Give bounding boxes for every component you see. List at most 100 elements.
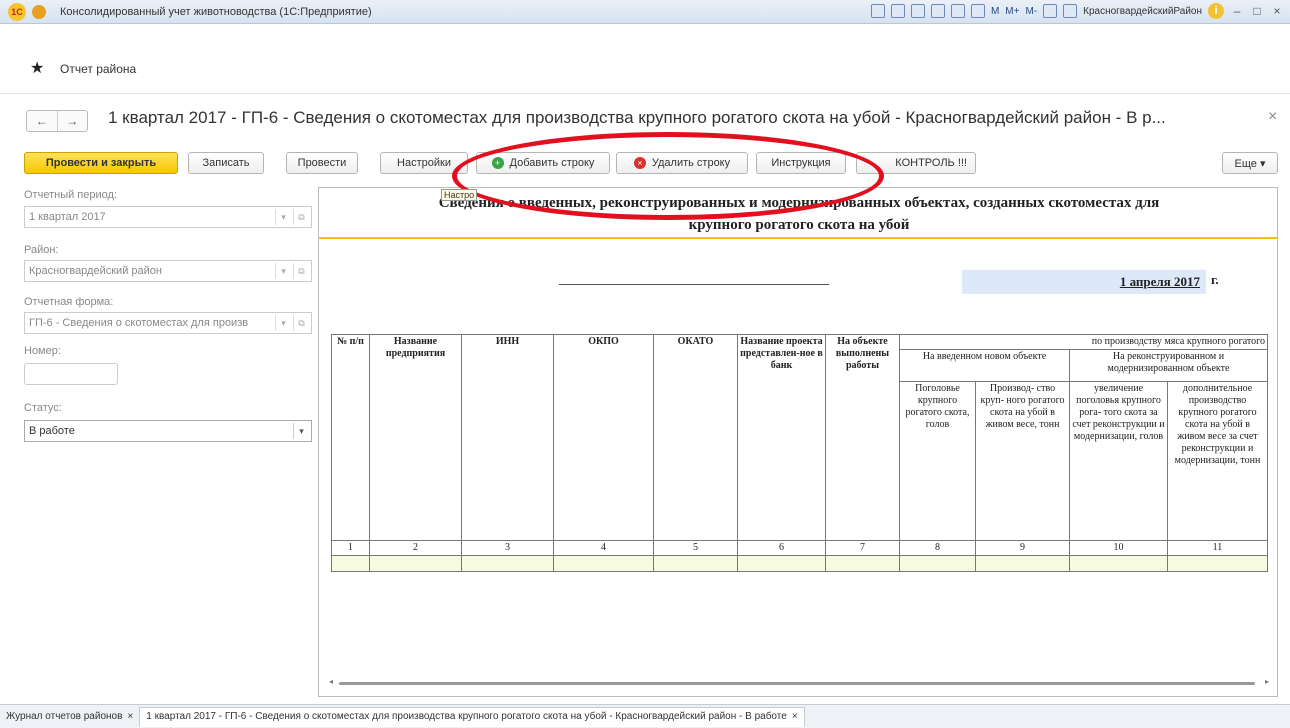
report-date-cell[interactable]: 1 апреля 2017 (962, 270, 1206, 294)
status-value: В работе (29, 425, 75, 437)
dropdown-icon[interactable]: ▾ (275, 315, 291, 331)
preview-icon[interactable] (910, 4, 925, 18)
dropdown-icon[interactable]: ▾ (293, 423, 309, 439)
favorite-star-icon[interactable]: ★ (30, 58, 44, 78)
status-select[interactable]: В работе ▾ (24, 420, 312, 442)
header-cell: Производ- ство круп- ного рогатого скота… (975, 381, 1070, 541)
header-cell: ИНН (461, 334, 554, 541)
scroll-left-icon[interactable]: ◂ (329, 677, 333, 686)
input-cell[interactable] (737, 555, 826, 572)
save-icon[interactable] (870, 4, 885, 18)
header-cell: ОКПО (553, 334, 654, 541)
input-cell[interactable] (975, 555, 1070, 572)
header-cell: дополнительное производство крупного рог… (1167, 381, 1268, 541)
add-row-button[interactable]: + Добавить строку (476, 152, 610, 174)
tab-label: Журнал отчетов районов (6, 710, 123, 722)
column-number-cell: 3 (461, 540, 554, 556)
column-number-cell: 10 (1069, 540, 1168, 556)
column-number-cell: 6 (737, 540, 826, 556)
input-cell[interactable] (1167, 555, 1268, 572)
header-rule (319, 237, 1277, 239)
open-icon[interactable]: ⧉ (293, 263, 309, 279)
restore-button[interactable]: □ (1250, 4, 1264, 18)
tooltip: Настро (441, 189, 478, 201)
sheet-title-line2: крупного рогатого скота на убой (688, 217, 910, 233)
open-icon[interactable]: ⧉ (293, 315, 309, 331)
zoom-icon[interactable] (1043, 4, 1058, 18)
history-nav: ← → (26, 110, 88, 132)
save-button[interactable]: Записать (188, 152, 264, 174)
report-table: № п/п Название предприятия ИНН ОКПО ОКАТ… (331, 334, 1268, 572)
panel-icon[interactable] (1063, 4, 1078, 18)
report-form-field[interactable]: ГП-6 - Сведения о скотоместах для произв… (24, 312, 312, 334)
column-number-cell: 5 (653, 540, 738, 556)
input-cell[interactable] (825, 555, 900, 572)
print-icon[interactable] (890, 4, 905, 18)
input-cell[interactable] (461, 555, 554, 572)
delete-row-button[interactable]: × Удалить строку (616, 152, 748, 174)
current-user[interactable]: КрасногвардейскийРайон (1083, 6, 1202, 17)
instruction-button[interactable]: Инструкция (756, 152, 846, 174)
back-button[interactable]: ← (27, 111, 58, 131)
breadcrumb[interactable]: Отчет района (60, 62, 136, 76)
minimize-button[interactable]: – (1230, 4, 1244, 18)
column-number-cell: 1 (331, 540, 370, 556)
report-spreadsheet[interactable]: Сведения о введенных, реконструированных… (318, 187, 1278, 697)
post-and-close-button[interactable]: Провести и закрыть (24, 152, 178, 174)
header-cell: № п/п (331, 334, 370, 541)
input-cell[interactable] (899, 555, 976, 572)
close-tab-icon[interactable]: × (792, 707, 798, 727)
close-document-button[interactable]: × (1268, 108, 1277, 126)
column-number-cell: 2 (369, 540, 462, 556)
forward-button[interactable]: → (58, 111, 88, 131)
calendar-icon[interactable] (950, 4, 965, 18)
input-cell[interactable] (331, 555, 370, 572)
column-number-cell: 4 (553, 540, 654, 556)
close-window-button[interactable]: × (1270, 4, 1284, 18)
dropdown-icon[interactable]: ▾ (275, 209, 291, 225)
favorites-bar: ★ Отчет района (0, 24, 1290, 94)
app-logo-icon[interactable]: 1C (8, 2, 26, 21)
link-icon[interactable] (930, 4, 945, 18)
input-cell[interactable] (1069, 555, 1168, 572)
input-cell[interactable] (369, 555, 462, 572)
group-header-cell: по производству мяса крупного рогатого (899, 334, 1268, 350)
district-label: Район: (24, 244, 59, 256)
memory-minus-button[interactable]: M- (1025, 6, 1037, 17)
window-title: Консолидированный учет животноводства (1… (60, 5, 372, 18)
group-header-cell: На реконструированном и модернизированно… (1069, 349, 1268, 382)
titlebar-tools: M M+ M- КрасногвардейскийРайон i – □ × (870, 3, 1284, 19)
calculator-icon[interactable] (970, 4, 985, 18)
number-input[interactable] (24, 363, 118, 385)
district-field[interactable]: Красногвардейский район ▾ ⧉ (24, 260, 312, 282)
header-cell: Название проекта представлен-ное в банк (737, 334, 826, 541)
input-cell[interactable] (653, 555, 738, 572)
table-row (331, 555, 1268, 572)
tab-reports-journal[interactable]: Журнал отчетов районов × (0, 707, 139, 727)
header-cell: Название предприятия (369, 334, 462, 541)
tab-current-report[interactable]: 1 квартал 2017 - ГП-6 - Сведения о ското… (139, 706, 805, 727)
info-icon[interactable]: i (1208, 3, 1224, 19)
report-form-value: ГП-6 - Сведения о скотоместах для произв (29, 317, 249, 329)
scroll-right-icon[interactable]: ▸ (1265, 677, 1269, 686)
scrollbar-thumb[interactable] (339, 682, 1255, 685)
memory-plus-button[interactable]: M+ (1005, 6, 1019, 17)
horizontal-scrollbar[interactable]: ◂ ▸ (329, 677, 1269, 687)
close-tab-icon[interactable]: × (127, 707, 133, 727)
dropdown-icon[interactable]: ▾ (275, 263, 291, 279)
settings-button[interactable]: Настройки (380, 152, 468, 174)
column-number-cell: 7 (825, 540, 900, 556)
window-titlebar: 1C Консолидированный учет животноводства… (0, 0, 1290, 24)
post-button[interactable]: Провести (286, 152, 358, 174)
open-icon[interactable]: ⧉ (293, 209, 309, 225)
date-suffix: г. (1211, 272, 1219, 287)
header-cell: Поголовье крупного рогатого скота, голов (899, 381, 976, 541)
memory-button[interactable]: M (991, 6, 999, 17)
more-button[interactable]: Еще ▾ (1222, 152, 1278, 174)
main-menu-icon[interactable] (32, 4, 46, 19)
input-cell[interactable] (553, 555, 654, 572)
group-header-cell: На введенном новом объекте (899, 349, 1070, 382)
period-field[interactable]: 1 квартал 2017 ▾ ⧉ (24, 206, 312, 228)
control-button[interactable]: КОНТРОЛЬ !!! (856, 152, 976, 174)
page-title: 1 квартал 2017 - ГП-6 - Сведения о ското… (108, 108, 1166, 127)
